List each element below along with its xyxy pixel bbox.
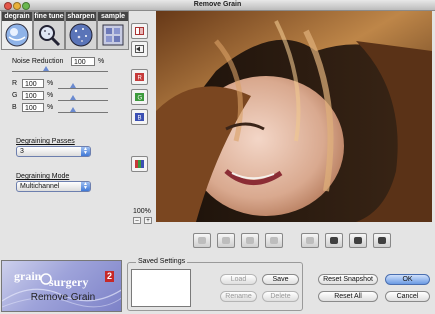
zoom-level: 100% bbox=[133, 208, 151, 215]
red-channel-icon: R bbox=[135, 73, 144, 81]
portrait-photo bbox=[156, 11, 432, 222]
sharpen-sphere-icon bbox=[69, 23, 93, 47]
noise-reduction-slider-thumb[interactable] bbox=[42, 66, 49, 71]
camera-icon bbox=[246, 237, 254, 244]
noise-reduction-field[interactable]: 100 bbox=[71, 57, 95, 66]
snapshot-3-button[interactable] bbox=[241, 233, 259, 248]
save-button[interactable]: Save bbox=[262, 274, 299, 285]
preview-image[interactable] bbox=[156, 11, 432, 222]
blue-channel-slider-track[interactable] bbox=[58, 112, 108, 113]
rename-button[interactable]: Rename bbox=[220, 291, 257, 302]
window-title: Remove Grain bbox=[193, 1, 242, 8]
preview-split-button[interactable] bbox=[131, 23, 148, 39]
degraining-mode-select[interactable]: Multichannel ▲ ▼ bbox=[16, 181, 91, 192]
green-channel-field[interactable]: 100 bbox=[22, 91, 44, 100]
snapshot-2-button[interactable] bbox=[217, 233, 235, 248]
rgb-composite-view-button[interactable] bbox=[131, 156, 148, 172]
snapshot-1-button[interactable] bbox=[193, 233, 211, 248]
noise-reduction-slider-track[interactable] bbox=[12, 71, 108, 72]
preview-compare-button[interactable] bbox=[131, 41, 148, 57]
camera-restore-icon bbox=[354, 237, 362, 244]
tab-sample[interactable]: sample bbox=[97, 11, 129, 50]
blue-channel-view-button[interactable]: B bbox=[131, 109, 148, 125]
degrain-sphere-icon bbox=[5, 23, 29, 47]
red-channel-unit: % bbox=[47, 80, 54, 87]
degraining-mode-value: Multichannel bbox=[20, 183, 60, 190]
popup-arrows-icon: ▲ ▼ bbox=[81, 147, 90, 156]
rgb-channels-icon bbox=[135, 160, 144, 168]
delete-button[interactable]: Delete bbox=[262, 291, 299, 302]
zoom-in-button[interactable]: + bbox=[144, 217, 152, 224]
red-channel-field[interactable]: 100 bbox=[22, 79, 44, 88]
green-channel-unit: % bbox=[47, 92, 54, 99]
snapshot-restore-3-button[interactable] bbox=[349, 233, 367, 248]
svg-text:G: G bbox=[138, 96, 143, 102]
tab-fine-tune[interactable]: fine tune bbox=[33, 11, 65, 50]
zoom-out-button[interactable]: – bbox=[133, 217, 141, 224]
cancel-button[interactable]: Cancel bbox=[385, 291, 430, 302]
camera-restore-icon bbox=[378, 237, 386, 244]
camera-icon bbox=[270, 237, 278, 244]
tab-sharpen[interactable]: sharpen bbox=[65, 11, 97, 50]
green-channel-label: G bbox=[12, 92, 18, 99]
tab-degrain[interactable]: degrain bbox=[1, 11, 33, 50]
degraining-passes-value: 3 bbox=[20, 148, 24, 155]
tab-sharpen-label: sharpen bbox=[66, 12, 96, 21]
green-channel-slider-thumb[interactable] bbox=[70, 95, 76, 100]
snapshot-restore-2-button[interactable] bbox=[325, 233, 343, 248]
degraining-mode-label: Degraining Mode bbox=[16, 173, 70, 180]
sample-grid-icon bbox=[102, 24, 124, 46]
compare-arrow-icon bbox=[135, 45, 144, 53]
snapshot-restore-1-button[interactable] bbox=[301, 233, 319, 248]
logo-word-grain: grain bbox=[14, 269, 42, 283]
tab-degrain-label: degrain bbox=[2, 12, 32, 21]
green-channel-view-button[interactable]: G bbox=[131, 89, 148, 105]
blue-channel-field[interactable]: 100 bbox=[22, 103, 44, 112]
svg-text:R: R bbox=[138, 76, 143, 82]
blue-channel-slider-thumb[interactable] bbox=[70, 107, 76, 112]
grain-surgery-logo: grain surgery 2 Remove Grain bbox=[1, 260, 122, 312]
camera-icon bbox=[306, 237, 314, 244]
camera-icon bbox=[198, 237, 206, 244]
logo-version-badge: 2 bbox=[105, 271, 114, 282]
green-channel-slider-track[interactable] bbox=[58, 100, 108, 101]
red-channel-view-button[interactable]: R bbox=[131, 69, 148, 85]
popup-arrows-icon: ▲ ▼ bbox=[81, 182, 90, 191]
svg-text:B: B bbox=[138, 116, 142, 122]
saved-settings-title: Saved Settings bbox=[136, 258, 188, 265]
load-button[interactable]: Load bbox=[220, 274, 257, 285]
red-channel-label: R bbox=[12, 80, 18, 87]
snapshot-4-button[interactable] bbox=[265, 233, 283, 248]
camera-restore-icon bbox=[330, 237, 338, 244]
magnifier-icon bbox=[39, 25, 61, 47]
ok-button[interactable]: OK bbox=[385, 274, 430, 285]
reset-all-button[interactable]: Reset All bbox=[318, 291, 378, 302]
degraining-passes-label: Degraining Passes bbox=[16, 138, 75, 145]
split-view-icon bbox=[135, 27, 144, 35]
green-channel-icon: G bbox=[135, 93, 144, 101]
snapshot-restore-4-button[interactable] bbox=[373, 233, 391, 248]
blue-channel-icon: B bbox=[135, 113, 144, 121]
logo-subtitle: Remove Grain bbox=[30, 292, 96, 303]
noise-reduction-unit: % bbox=[98, 58, 105, 65]
blue-channel-label: B bbox=[12, 104, 17, 111]
blue-channel-unit: % bbox=[47, 104, 54, 111]
tab-sample-label: sample bbox=[98, 12, 128, 21]
logo-word-surgery: surgery bbox=[49, 275, 89, 289]
red-channel-slider-thumb[interactable] bbox=[70, 83, 76, 88]
camera-icon bbox=[222, 237, 230, 244]
saved-settings-list[interactable] bbox=[131, 269, 191, 307]
tab-fine-tune-label: fine tune bbox=[34, 12, 64, 21]
degraining-passes-select[interactable]: 3 ▲ ▼ bbox=[16, 146, 91, 157]
noise-reduction-label: Noise Reduction bbox=[12, 58, 64, 65]
red-channel-slider-track[interactable] bbox=[58, 88, 108, 89]
reset-snapshot-button[interactable]: Reset Snapshot bbox=[318, 274, 378, 285]
